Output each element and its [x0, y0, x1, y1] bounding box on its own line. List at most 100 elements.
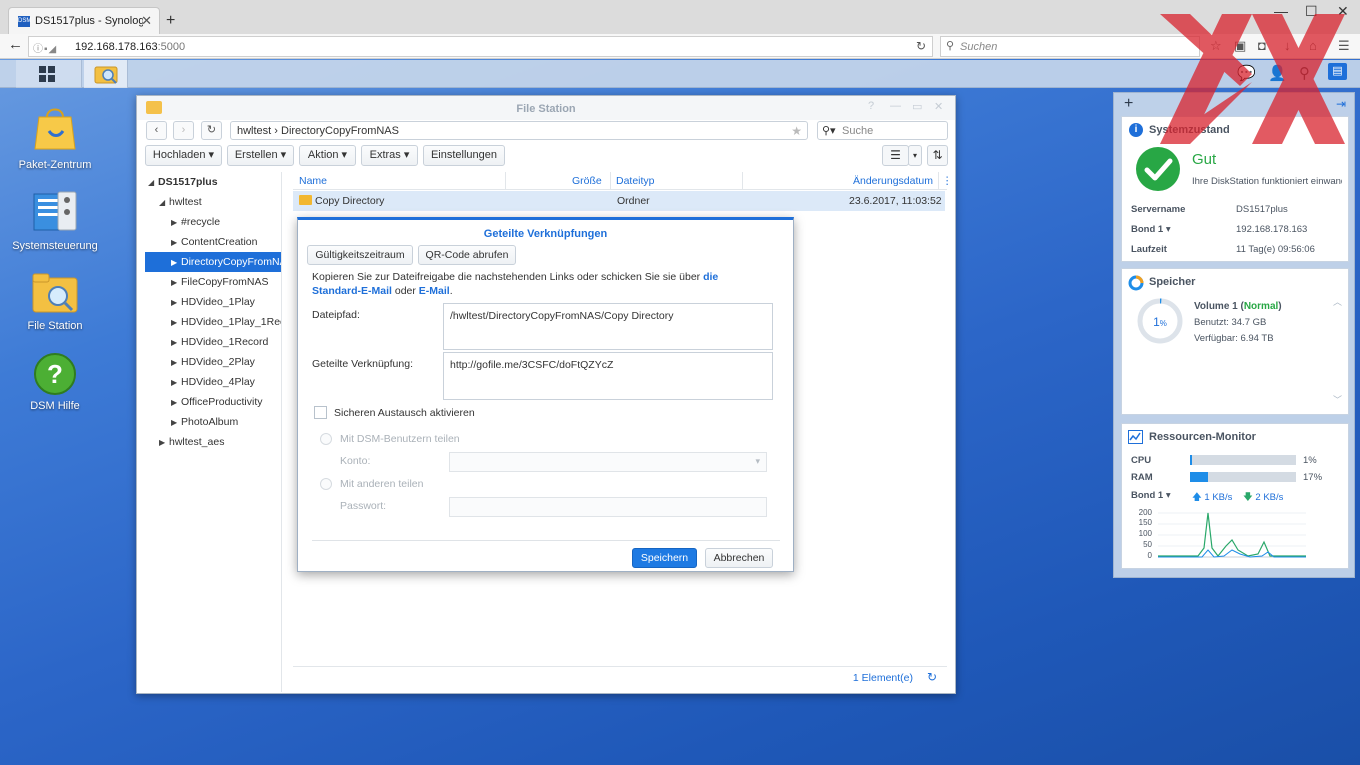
favorite-star-icon[interactable]: ★	[791, 124, 802, 138]
browser-search-input[interactable]: ⚲ Suchen	[940, 36, 1200, 57]
desktop-icon-file-station[interactable]: File Station	[10, 272, 100, 333]
file-station-task-button[interactable]	[84, 60, 128, 88]
maximize-window-icon[interactable]: ☐	[1305, 3, 1318, 20]
desktop-icon-package-center[interactable]: Paket-Zentrum	[10, 105, 100, 172]
widgets-icon[interactable]: ▤	[1328, 63, 1347, 80]
collapse-arrow-icon[interactable]: ▶	[171, 253, 181, 272]
secure-sharing-checkbox[interactable]	[314, 406, 327, 419]
collapse-arrow-icon[interactable]: ▶	[171, 413, 181, 432]
collapse-arrow-icon[interactable]: ▶	[171, 393, 181, 412]
maximize-icon[interactable]: ▭	[912, 100, 922, 113]
tree-item-filecopyfromnas[interactable]: ▶ FileCopyFromNAS	[145, 272, 281, 292]
tree-item-hdvideo-1record[interactable]: ▶ HDVideo_1Record	[145, 332, 281, 352]
shared-link-field[interactable]: http://gofile.me/3CSFC/doFtQZYcZ	[443, 352, 773, 400]
collapse-arrow-icon[interactable]: ▶	[159, 433, 169, 452]
search-input[interactable]: ⚲▾ Suche	[817, 121, 948, 140]
reload-icon[interactable]: ↻	[916, 39, 926, 53]
collapse-arrow-icon[interactable]: ▶	[171, 273, 181, 292]
create-button[interactable]: Erstellen ▾	[227, 145, 294, 166]
chat-icon[interactable]: 💬	[1237, 64, 1256, 82]
close-tab-icon[interactable]: ✕	[141, 13, 152, 29]
address-bar[interactable]: ⓘ▪◢ 192.168.178.163:5000 ↻	[28, 36, 933, 57]
tree-item-hdvideo-1play[interactable]: ▶ HDVideo_1Play	[145, 292, 281, 312]
tree-item-hwltest-aes[interactable]: ▶ hwltest_aes	[145, 432, 281, 452]
minimize-icon[interactable]: —	[890, 100, 901, 112]
collapse-arrow-icon[interactable]: ▶	[171, 213, 181, 232]
forward-button[interactable]: ›	[173, 121, 194, 140]
bond-select[interactable]: Bond 1 ▾	[1131, 224, 1171, 235]
help-icon[interactable]: ?	[868, 100, 874, 112]
close-icon[interactable]: ✕	[934, 100, 943, 113]
tree-item-hdvideo-1play-1record[interactable]: ▶HDVideo_1Play_1Record	[145, 312, 281, 332]
column-header-name[interactable]: Name	[299, 175, 327, 187]
tree-item-recycle[interactable]: ▶ #recycle	[145, 212, 281, 232]
validity-period-button[interactable]: Gültigkeitszeitraum	[307, 245, 413, 265]
refresh-icon[interactable]: ↻	[927, 670, 937, 684]
home-icon[interactable]: ⌂	[1309, 38, 1317, 53]
collapse-arrow-icon[interactable]: ▶	[171, 373, 181, 392]
collapse-arrow-icon[interactable]: ▶	[171, 233, 181, 252]
collapse-arrow-icon[interactable]: ▶	[171, 313, 181, 332]
share-others-radio[interactable]	[320, 478, 332, 490]
chevron-up-icon[interactable]: ︿	[1333, 295, 1342, 308]
chevron-down-icon[interactable]: ﹀	[1333, 393, 1342, 406]
table-row[interactable]: Copy Directory Ordner 23.6.2017, 11:03:5…	[293, 191, 945, 211]
column-header-size[interactable]: Größe	[572, 175, 602, 187]
extras-button[interactable]: Extras ▾	[361, 145, 418, 166]
path-bar[interactable]: hwltest › DirectoryCopyFromNAS ★	[230, 121, 808, 140]
tree-item-ds1517plus[interactable]: ◢ DS1517plus	[145, 172, 281, 192]
column-options-icon[interactable]: ⋮	[942, 175, 953, 187]
password-field[interactable]	[449, 497, 767, 517]
account-select[interactable]: ▾	[449, 452, 767, 472]
tree-item-hdvideo-4play[interactable]: ▶ HDVideo_4Play	[145, 372, 281, 392]
tree-item-hwltest[interactable]: ◢ hwltest	[145, 192, 281, 212]
collapse-arrow-icon[interactable]: ▶	[171, 333, 181, 352]
back-arrow-icon[interactable]: ←	[8, 36, 23, 53]
clipboard-icon[interactable]: ▣	[1234, 38, 1246, 54]
get-qr-code-button[interactable]: QR-Code abrufen	[418, 245, 516, 265]
desktop-icon-dsm-help[interactable]: ? DSM Hilfe	[10, 352, 100, 413]
tree-item-officeproductivity[interactable]: ▶ OfficeProductivity	[145, 392, 281, 412]
tree-item-contentcreation[interactable]: ▶ ContentCreation	[145, 232, 281, 252]
save-button[interactable]: Speichern	[632, 548, 697, 568]
tree-item-hdvideo-2play[interactable]: ▶ HDVideo_2Play	[145, 352, 281, 372]
refresh-button[interactable]: ↻	[201, 121, 222, 140]
close-window-icon[interactable]: ✕	[1337, 3, 1349, 20]
tree-item-directorycopyfromnas[interactable]: ▶DirectoryCopyFromNAS	[145, 252, 281, 272]
download-icon[interactable]: ↓	[1284, 38, 1291, 53]
desktop-icon-control-panel[interactable]: Systemsteuerung	[10, 190, 100, 253]
file-path-field[interactable]: /hwltest/DirectoryCopyFromNAS/Copy Direc…	[443, 303, 773, 350]
add-widget-icon[interactable]: +	[1124, 95, 1133, 113]
back-button[interactable]: ‹	[146, 121, 167, 140]
view-dropdown-button[interactable]: ▾	[908, 145, 922, 166]
column-header-type[interactable]: Dateityp	[616, 175, 655, 187]
share-dsm-users-radio[interactable]	[320, 433, 332, 445]
bond-select[interactable]: Bond 1 ▾	[1131, 490, 1171, 501]
column-header-modified[interactable]: Änderungsdatum	[853, 175, 933, 187]
email-link[interactable]: E-Mail	[419, 285, 450, 297]
main-menu-button[interactable]	[16, 60, 82, 88]
collapse-arrow-icon[interactable]: ▶	[171, 353, 181, 372]
cancel-button[interactable]: Abbrechen	[705, 548, 773, 568]
upload-button[interactable]: Hochladen ▾	[145, 145, 222, 166]
bookmark-star-icon[interactable]: ☆	[1210, 38, 1222, 54]
hamburger-menu-icon[interactable]: ☰	[1338, 38, 1350, 54]
tree-item-photoalbum[interactable]: ▶ PhotoAlbum	[145, 412, 281, 432]
action-button[interactable]: Aktion ▾	[299, 145, 356, 166]
search-icon[interactable]: ⚲	[1299, 64, 1310, 82]
browser-tab[interactable]: DSM DS1517plus - Synology DiskStation ✕	[8, 7, 160, 34]
settings-button[interactable]: Einstellungen	[423, 145, 505, 166]
expand-arrow-icon[interactable]: ◢	[148, 173, 158, 192]
window-titlebar[interactable]: File Station ? — ▭ ✕	[137, 96, 955, 120]
list-view-button[interactable]: ☰	[882, 145, 909, 166]
search-icon: ⚲	[946, 40, 955, 52]
user-icon[interactable]: 👤	[1268, 64, 1287, 82]
collapse-arrow-icon[interactable]: ▶	[171, 293, 181, 312]
minimize-window-icon[interactable]: —	[1274, 3, 1288, 19]
site-info-icon[interactable]: ⓘ▪◢	[33, 40, 57, 55]
pocket-icon[interactable]: ◘	[1258, 38, 1266, 53]
sort-button[interactable]: ⇅	[927, 145, 948, 166]
pin-panel-icon[interactable]: ⇥	[1336, 97, 1346, 111]
expand-arrow-icon[interactable]: ◢	[159, 193, 169, 212]
new-tab-icon[interactable]: +	[166, 12, 175, 30]
